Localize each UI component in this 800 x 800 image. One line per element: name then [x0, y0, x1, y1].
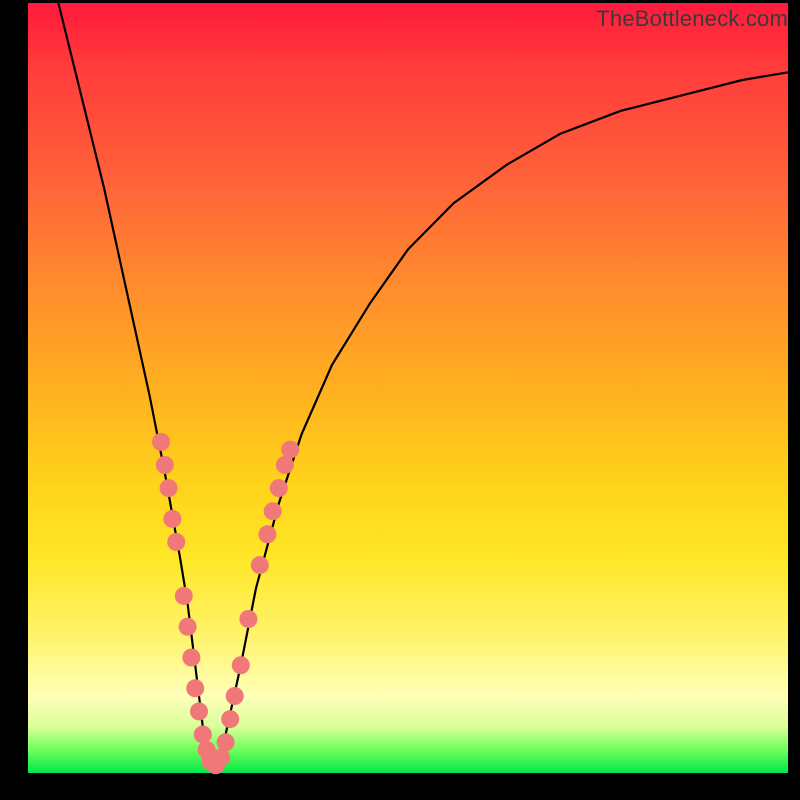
- data-marker: [212, 749, 230, 767]
- marker-layer: [152, 433, 299, 774]
- data-marker: [270, 479, 288, 497]
- data-marker: [194, 726, 212, 744]
- chart-frame: TheBottleneck.com: [0, 0, 800, 800]
- data-marker: [221, 710, 239, 728]
- data-marker: [175, 587, 193, 605]
- data-marker: [152, 433, 170, 451]
- data-marker: [190, 702, 208, 720]
- data-marker: [160, 479, 178, 497]
- data-marker: [163, 510, 181, 528]
- data-marker: [156, 456, 174, 474]
- chart-svg: [28, 3, 788, 773]
- data-marker: [251, 556, 269, 574]
- data-marker: [264, 502, 282, 520]
- data-marker: [179, 618, 197, 636]
- data-marker: [186, 679, 204, 697]
- data-marker: [239, 610, 257, 628]
- bottleneck-curve: [58, 3, 788, 765]
- data-marker: [182, 649, 200, 667]
- data-marker: [232, 656, 250, 674]
- data-marker: [258, 525, 276, 543]
- data-marker: [281, 441, 299, 459]
- data-marker: [217, 733, 235, 751]
- curve-layer: [58, 3, 788, 765]
- plot-area: [28, 3, 788, 773]
- data-marker: [276, 456, 294, 474]
- data-marker: [167, 533, 185, 551]
- data-marker: [226, 687, 244, 705]
